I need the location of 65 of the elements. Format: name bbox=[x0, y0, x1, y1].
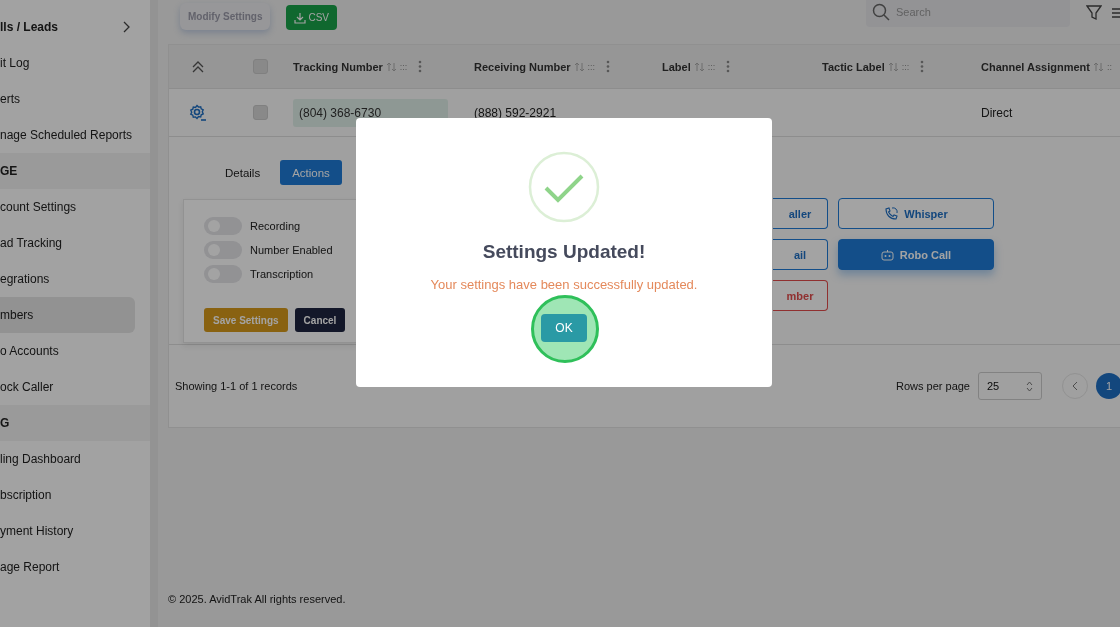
toggle-label: Transcription bbox=[250, 268, 314, 280]
column-header[interactable]: Tactic Label bbox=[822, 60, 885, 73]
page-button[interactable]: 1 bbox=[1096, 373, 1120, 399]
action-button[interactable]: Robo Call bbox=[838, 239, 994, 270]
column-header[interactable]: Tracking Number bbox=[293, 60, 383, 73]
rows-per-page-select[interactable]: 25 bbox=[978, 372, 1042, 400]
rows-per-page-label: Rows per page bbox=[896, 380, 970, 392]
sidebar-item[interactable]: egrations bbox=[0, 261, 150, 297]
ok-button[interactable]: OK bbox=[541, 314, 587, 342]
checkbox[interactable] bbox=[252, 105, 268, 120]
updown-caret-icon bbox=[1026, 380, 1033, 392]
table-cell: (888) 592-2921 bbox=[474, 105, 557, 120]
sidebar-item[interactable]: age Report bbox=[0, 549, 150, 585]
kebab-menu-icon[interactable] bbox=[726, 60, 731, 73]
filter-icon[interactable] bbox=[1086, 5, 1102, 21]
tab[interactable]: Actions bbox=[280, 160, 342, 185]
phone-icon bbox=[884, 206, 899, 221]
sidebar-item[interactable]: count Settings bbox=[0, 189, 150, 225]
sidebar-section-header: GE bbox=[0, 153, 150, 189]
table-cell: Direct bbox=[981, 105, 1013, 120]
csv-download-button[interactable]: CSV bbox=[286, 5, 337, 30]
tab[interactable]: Details bbox=[213, 160, 273, 185]
kebab-menu-icon[interactable] bbox=[418, 60, 423, 73]
search-icon bbox=[872, 3, 890, 21]
sidebar-item[interactable]: o Accounts bbox=[0, 333, 150, 369]
copyright-text: © 2025. AvidTrak All rights reserved. bbox=[168, 593, 347, 605]
records-count: Showing 1-1 of 1 records bbox=[175, 380, 298, 392]
sidebar-item[interactable]: mbers bbox=[0, 297, 135, 333]
column-header[interactable]: Receiving Number bbox=[474, 60, 571, 73]
sort-icon[interactable] bbox=[887, 61, 899, 72]
chevron-left-icon bbox=[1072, 381, 1078, 391]
dialog-title: Settings Updated! bbox=[482, 241, 646, 263]
sidebar-item[interactable]: it Log bbox=[0, 45, 150, 81]
sidebar-item[interactable]: bscription bbox=[0, 477, 150, 513]
sidebar-item[interactable]: yment History bbox=[0, 513, 150, 549]
dialog-message: Your settings have been successfully updated. bbox=[430, 277, 698, 292]
sidebar-item[interactable]: ock Caller bbox=[0, 369, 150, 405]
robot-icon bbox=[880, 248, 894, 261]
action-button[interactable]: mber bbox=[773, 280, 828, 311]
sidebar-section-header: G bbox=[0, 405, 150, 441]
sidebar-item[interactable]: ling Dashboard bbox=[0, 441, 150, 477]
sidebar-item[interactable]: lls / Leads bbox=[0, 9, 150, 45]
action-button[interactable]: ail bbox=[773, 239, 828, 270]
kebab-menu-icon[interactable] bbox=[606, 60, 611, 73]
sort-icon[interactable] bbox=[693, 61, 705, 72]
success-check-icon bbox=[528, 151, 600, 223]
kebab-menu-icon[interactable] bbox=[920, 60, 925, 73]
toggle-label: Number Enabled bbox=[250, 244, 333, 256]
sort-icon[interactable] bbox=[1093, 61, 1104, 72]
settings-icon[interactable] bbox=[189, 103, 207, 122]
sort-icon[interactable] bbox=[385, 61, 397, 72]
download-icon bbox=[294, 11, 307, 24]
previous-page-button[interactable] bbox=[1062, 373, 1088, 399]
sidebar-item[interactable]: ad Tracking bbox=[0, 225, 150, 261]
cancel-button[interactable]: Cancel bbox=[294, 308, 346, 332]
action-button[interactable]: aller bbox=[773, 198, 828, 229]
action-button[interactable]: Whisper bbox=[838, 198, 994, 229]
toggle-label: Recording bbox=[250, 220, 301, 232]
menu-icon[interactable] bbox=[1112, 6, 1120, 20]
column-header[interactable]: Channel Assignment bbox=[981, 60, 1090, 73]
collapse-chevrons-icon[interactable] bbox=[192, 60, 204, 73]
column-header[interactable]: Label bbox=[662, 60, 691, 73]
sidebar-item[interactable]: nage Scheduled Reports bbox=[0, 117, 150, 153]
sort-icon[interactable] bbox=[573, 61, 585, 72]
sidebar-item[interactable]: erts bbox=[0, 81, 150, 117]
